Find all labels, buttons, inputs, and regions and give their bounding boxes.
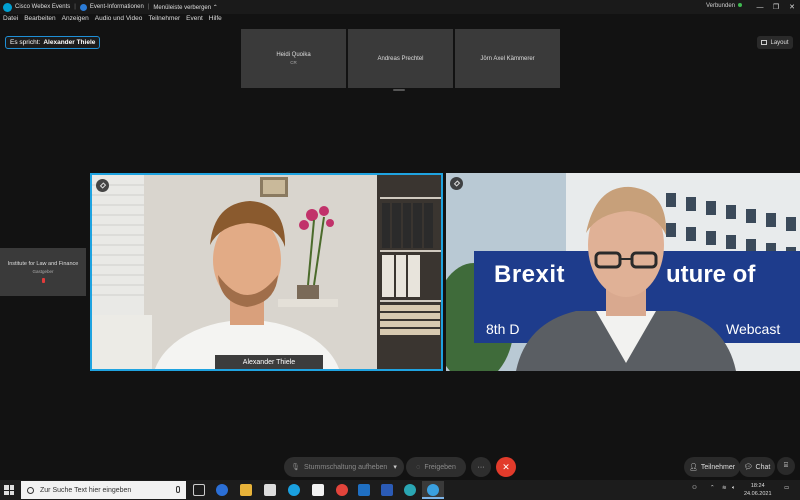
video-name-label: Alexander Thiele: [215, 355, 323, 369]
word-icon[interactable]: [381, 484, 393, 496]
muted-mic-icon: [41, 278, 45, 283]
chat-icon: 💬︎: [743, 464, 753, 471]
active-speaker-label: Es spricht: Alexander Thiele: [5, 36, 101, 49]
search-icon: [27, 486, 34, 494]
chevron-down-icon[interactable]: ▾: [393, 463, 397, 471]
taskbar-search-input[interactable]: Zur Suche Text hier eingeben: [21, 481, 186, 499]
calculator-icon[interactable]: [264, 484, 276, 496]
wifi-icon[interactable]: ≋: [722, 485, 727, 500]
share-label: Freigeben: [424, 463, 456, 471]
speaker-name: Alexander Thiele: [43, 39, 96, 46]
connection-status: Verbunden: [706, 3, 742, 9]
share-icon: ◌: [416, 463, 421, 471]
webex-meetings-icon[interactable]: [216, 484, 228, 496]
taskbar-clock[interactable]: 18:24 24.06.2021: [744, 482, 772, 498]
host-role: Gastgeber: [32, 269, 54, 274]
leave-event-button[interactable]: ✕: [496, 457, 516, 477]
participant-name: Andreas Prechtel: [377, 55, 424, 62]
participant-thumbnail[interactable]: Heidi Quoika CR: [241, 29, 346, 88]
layout-icon: [761, 40, 768, 45]
connected-dot-icon: [738, 3, 742, 8]
mic-icon: 🎙︎: [291, 464, 301, 471]
pin-icon[interactable]: [96, 179, 109, 192]
show-hidden-icons-icon[interactable]: ⌃: [710, 485, 715, 500]
menu-item-teilnehmer[interactable]: Teilnehmer: [148, 15, 180, 27]
host-name: Institute for Law and Finance: [7, 261, 79, 267]
title-bar: Cisco Webex Events | Event-Informationen…: [0, 0, 800, 14]
participant-name: Jörn Axel Kämmerer: [480, 55, 535, 62]
unmute-label: Stummschaltung aufheben: [304, 463, 388, 471]
menu-item-hilfe[interactable]: Hilfe: [209, 15, 222, 27]
participant-subtitle: CR: [290, 60, 297, 65]
layout-label: Layout: [770, 39, 789, 46]
people-icon[interactable]: ⚇: [692, 485, 697, 500]
host-tile[interactable]: Institute for Law and Finance Gastgeber: [0, 248, 86, 296]
edge-icon[interactable]: [404, 484, 416, 496]
maximize-button[interactable]: ❐: [768, 0, 784, 14]
webex-logo-icon: [3, 2, 12, 12]
webex-events-icon[interactable]: [427, 484, 439, 496]
share-button[interactable]: ◌ Freigeben: [406, 457, 466, 477]
video-tile-presenter[interactable]: Brexit uture of 8th D Webcast: [446, 173, 800, 371]
minimize-button[interactable]: —: [752, 0, 768, 14]
participant-name: Heidi Quoika: [276, 52, 311, 58]
clock-time: 18:24: [750, 483, 765, 489]
title-separator: |: [147, 4, 150, 10]
outlook-icon[interactable]: [358, 484, 370, 496]
participant-thumbnail[interactable]: Jörn Axel Kämmerer: [455, 29, 560, 88]
window-controls: — ❐ ✕: [752, 0, 800, 14]
menu-item-anzeigen[interactable]: Anzeigen: [62, 15, 89, 27]
panel-options-button[interactable]: ⌸: [777, 457, 795, 475]
unmute-button[interactable]: 🎙︎ Stummschaltung aufheben ▾: [284, 457, 404, 477]
app-title: Cisco Webex Events: [15, 4, 71, 10]
file-explorer-icon[interactable]: [240, 484, 252, 496]
participants-panel-button[interactable]: 👤︎ Teilnehmer: [684, 457, 740, 477]
menu-item-audio-video[interactable]: Audio und Video: [95, 15, 143, 27]
speaking-prefix: Es spricht:: [10, 39, 41, 46]
app-icon[interactable]: [312, 484, 324, 496]
menu-item-bearbeiten[interactable]: Bearbeiten: [24, 15, 55, 27]
chrome-icon[interactable]: [336, 484, 348, 496]
close-window-button[interactable]: ✕: [784, 0, 800, 14]
presenter-person-image: [516, 186, 736, 371]
event-info-button[interactable]: Event-Informationen: [90, 4, 144, 10]
person-icon: 👤︎: [688, 464, 698, 471]
info-icon: [79, 3, 87, 11]
clock-date: 24.06.2021: [744, 491, 772, 497]
participants-label: Teilnehmer: [700, 463, 736, 471]
more-options-button[interactable]: ···: [471, 457, 491, 477]
task-view-icon[interactable]: [193, 484, 205, 496]
chat-label: Chat: [755, 463, 771, 471]
notification-icon[interactable]: ▭: [784, 485, 789, 500]
video-tile-active-speaker[interactable]: Alexander Thiele: [90, 173, 443, 371]
chat-panel-button[interactable]: 💬︎ Chat: [739, 457, 775, 477]
menu-bar: Datei Bearbeiten Anzeigen Audio und Vide…: [0, 15, 225, 27]
speaker-video-image: [92, 175, 441, 369]
thumbnail-strip-handle[interactable]: [393, 89, 405, 91]
pin-icon[interactable]: [450, 177, 463, 190]
hide-menu-button[interactable]: Menüleiste verbergen ⌃: [153, 4, 217, 11]
windows-taskbar: Zur Suche Text hier eingeben ⚇ ⌃ ≋ 🔈︎ 18…: [0, 480, 800, 500]
search-placeholder: Zur Suche Text hier eingeben: [40, 486, 132, 494]
menu-item-datei[interactable]: Datei: [3, 15, 18, 27]
layout-button[interactable]: Layout: [757, 36, 793, 49]
windows-start-icon[interactable]: [4, 485, 14, 495]
title-separator: |: [74, 4, 76, 10]
skype-icon[interactable]: [288, 484, 300, 496]
meeting-controls: 🎙︎ Stummschaltung aufheben ▾ ◌ Freigeben…: [0, 457, 800, 477]
microphone-icon[interactable]: [176, 486, 180, 493]
volume-icon[interactable]: 🔈︎: [732, 485, 735, 500]
menu-item-event[interactable]: Event: [186, 15, 203, 27]
participant-thumbnail[interactable]: Andreas Prechtel: [348, 29, 453, 88]
